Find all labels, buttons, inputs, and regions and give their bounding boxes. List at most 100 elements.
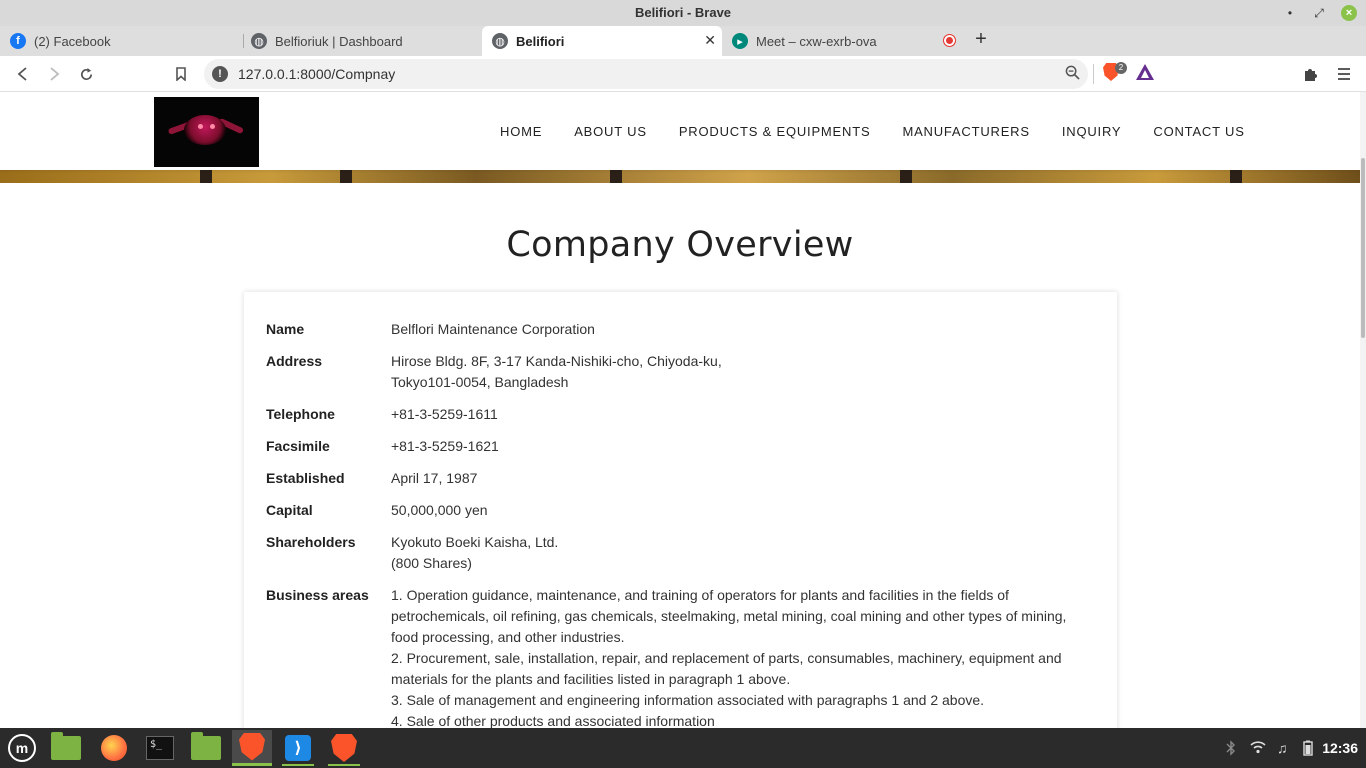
taskbar: m $_ ⟩ ♫ 12:36 (0, 728, 1366, 768)
url-text[interactable]: 127.0.0.1:8000/Compnay (238, 66, 395, 82)
tab-label: Meet – cxw-exrb-ova (756, 33, 877, 49)
page-scrollbar[interactable] (1360, 92, 1366, 728)
taskbar-terminal[interactable]: $_ (140, 730, 180, 766)
tab-dashboard[interactable]: ◍ Belfioriuk | Dashboard (241, 26, 481, 56)
business-line: food processing, and other industries. (391, 629, 625, 645)
info-row-shareholders: Shareholders Kyokuto Boeki Kaisha, Ltd. … (266, 532, 1096, 574)
nav-products-equipments[interactable]: PRODUCTS & EQUIPMENTS (679, 124, 871, 139)
company-overview-card: Name Belflori Maintenance Corporation Ad… (244, 292, 1117, 728)
tab-label: Belifiori (516, 33, 565, 49)
music-note-icon[interactable]: ♫ (1277, 740, 1288, 756)
taskbar-brave-active[interactable] (232, 730, 272, 766)
tab-label: Belfioriuk | Dashboard (275, 33, 403, 49)
close-window-button[interactable]: × (1341, 5, 1357, 21)
banner-detail (1230, 170, 1242, 183)
info-value: Kyokuto Boeki Kaisha, Ltd. (800 Shares) (391, 532, 1096, 574)
firefox-icon (101, 735, 127, 761)
minimize-button[interactable]: • (1282, 5, 1298, 21)
taskbar-files[interactable] (46, 730, 86, 766)
logo-eye (198, 124, 203, 129)
address-line: Tokyo101-0054, Bangladesh (391, 374, 569, 390)
hamburger-menu-icon[interactable] (1333, 63, 1355, 85)
address-line: Hirose Bldg. 8F, 3-17 Kanda-Nishiki-cho,… (391, 353, 722, 369)
back-arrow-icon[interactable] (12, 63, 34, 85)
reload-icon[interactable] (75, 63, 97, 85)
browser-toolbar: ! 127.0.0.1:8000/Compnay (0, 56, 1366, 92)
bluetooth-icon[interactable] (1226, 740, 1236, 759)
info-label: Name (266, 321, 305, 337)
start-menu-button[interactable]: m (2, 730, 42, 766)
forward-arrow-icon[interactable] (43, 63, 65, 85)
nav-contact-us[interactable]: CONTACT US (1153, 124, 1244, 139)
info-row-facsimile: Facsimile +81-3-5259-1621 (266, 436, 1096, 457)
tab-label: (2) Facebook (34, 33, 111, 49)
facebook-icon: f (10, 33, 26, 49)
business-line: 1. Operation guidance, maintenance, and … (391, 587, 1009, 603)
banner-detail (200, 170, 212, 183)
new-tab-button[interactable]: + (970, 28, 992, 50)
taskbar-firefox[interactable] (94, 730, 134, 766)
info-row-telephone: Telephone +81-3-5259-1611 (266, 404, 1096, 425)
site-logo[interactable] (154, 97, 259, 167)
battery-icon[interactable] (1303, 740, 1313, 759)
web-page: HOME ABOUT US PRODUCTS & EQUIPMENTS MANU… (0, 92, 1360, 728)
shareholder-line: Kyokuto Boeki Kaisha, Ltd. (391, 534, 559, 550)
info-row-business-areas: Business areas 1. Operation guidance, ma… (266, 585, 1096, 728)
logo-shape (184, 115, 226, 145)
taskbar-files-2[interactable] (186, 730, 226, 766)
address-bar[interactable]: ! 127.0.0.1:8000/Compnay (204, 59, 1094, 89)
scrollbar-thumb[interactable] (1361, 158, 1365, 338)
info-label: Capital (266, 502, 313, 518)
nav-manufacturers[interactable]: MANUFACTURERS (902, 124, 1029, 139)
tab-belifiori[interactable]: ◍ Belifiori ✕ (482, 26, 722, 56)
tab-meet[interactable]: ▸ Meet – cxw-exrb-ova (722, 26, 962, 56)
info-value: +81-3-5259-1611 (391, 406, 498, 422)
puzzle-icon[interactable] (1300, 63, 1322, 85)
brave-rewards-icon[interactable] (1136, 64, 1154, 80)
recording-icon (943, 34, 956, 47)
info-value: +81-3-5259-1621 (391, 438, 499, 454)
wifi-icon[interactable] (1250, 740, 1266, 757)
nav-home[interactable]: HOME (500, 124, 542, 139)
url-divider (1093, 64, 1094, 84)
hero-banner-strip (0, 170, 1360, 183)
tab-facebook[interactable]: f (2) Facebook (0, 26, 243, 56)
info-row-established: Established April 17, 1987 (266, 468, 1096, 489)
info-value: 50,000,000 yen (391, 502, 488, 518)
main-navigation: HOME ABOUT US PRODUCTS & EQUIPMENTS MANU… (500, 124, 1245, 139)
page-title: Company Overview (506, 225, 854, 265)
business-line: 3. Sale of management and engineering in… (391, 692, 985, 708)
linux-mint-icon: m (8, 734, 36, 762)
close-tab-icon[interactable]: ✕ (704, 32, 716, 49)
maximize-button[interactable]: ⤢ (1311, 5, 1327, 21)
business-line: 2. Procurement, sale, installation, repa… (391, 650, 1062, 666)
site-info-icon[interactable]: ! (212, 66, 228, 82)
info-value: April 17, 1987 (391, 470, 478, 486)
info-value: 1. Operation guidance, maintenance, and … (391, 585, 1096, 728)
tab-bar: f (2) Facebook ◍ Belfioriuk | Dashboard … (0, 26, 1366, 56)
info-label: Business areas (266, 587, 369, 603)
info-label: Shareholders (266, 534, 356, 550)
taskbar-vscode[interactable]: ⟩ (278, 730, 318, 766)
company-info-table: Name Belflori Maintenance Corporation Ad… (266, 319, 1096, 728)
clock[interactable]: 12:36 (1322, 740, 1358, 756)
terminal-icon: $_ (146, 736, 174, 760)
info-value: Hirose Bldg. 8F, 3-17 Kanda-Nishiki-cho,… (391, 351, 1096, 393)
globe-icon: ◍ (492, 33, 508, 49)
brave-icon (239, 732, 265, 761)
taskbar-brave-2[interactable] (324, 730, 364, 766)
folder-icon (191, 732, 221, 760)
vscode-icon: ⟩ (285, 735, 311, 761)
business-line: petrochemicals, oil refining, gas chemic… (391, 608, 1067, 624)
google-meet-icon: ▸ (732, 33, 748, 49)
nav-about-us[interactable]: ABOUT US (574, 124, 647, 139)
brave-icon (331, 734, 357, 762)
info-label: Telephone (266, 406, 335, 422)
banner-detail (900, 170, 912, 183)
info-row-capital: Capital 50,000,000 yen (266, 500, 1096, 521)
info-value: Belflori Maintenance Corporation (391, 321, 595, 337)
nav-inquiry[interactable]: INQUIRY (1062, 124, 1122, 139)
bookmark-icon[interactable] (170, 63, 192, 85)
info-row-address: Address Hirose Bldg. 8F, 3-17 Kanda-Nish… (266, 351, 1096, 393)
zoom-icon[interactable] (1065, 65, 1080, 83)
